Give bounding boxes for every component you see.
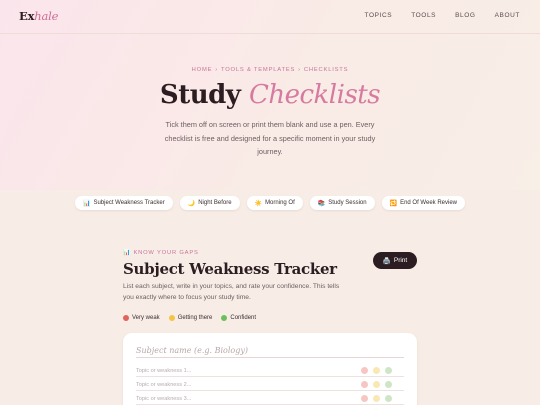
nav-link-about[interactable]: ABOUT xyxy=(495,12,520,19)
pill-label: Subject Weakness Tracker xyxy=(93,200,165,206)
logo-accent: hale xyxy=(34,9,59,23)
rating-getting-there[interactable] xyxy=(373,381,380,388)
pill-morning-of[interactable]: ☀️ Morning Of xyxy=(246,196,303,210)
logo-main: Ex xyxy=(19,9,35,23)
topic-row xyxy=(136,365,404,377)
pill-study-session[interactable]: 📚 Study Session xyxy=(309,196,375,210)
pill-end-of-week-review[interactable]: 🔁 End Of Week Review xyxy=(381,196,465,210)
nav-link-blog[interactable]: BLOG xyxy=(455,12,475,19)
rating-confident[interactable] xyxy=(385,367,392,374)
legend-item-very-weak: Very weak xyxy=(123,315,160,321)
breadcrumb-separator: › xyxy=(215,67,218,73)
moon-icon: 🌙 xyxy=(187,200,196,207)
rating-dots xyxy=(361,367,404,374)
rating-getting-there[interactable] xyxy=(373,367,380,374)
repeat-icon: 🔁 xyxy=(389,200,398,207)
red-dot-icon xyxy=(123,315,129,321)
sun-icon: ☀️ xyxy=(254,200,263,207)
page-title-accent: Checklists xyxy=(248,80,381,110)
topic-input-2[interactable] xyxy=(136,381,336,388)
legend-label: Getting there xyxy=(177,315,213,321)
print-button[interactable]: 🖨️ Print xyxy=(373,252,417,269)
pill-label: Study Session xyxy=(328,200,367,206)
pill-night-before[interactable]: 🌙 Night Before xyxy=(179,196,240,210)
pill-label: Morning Of xyxy=(265,200,295,206)
section-kicker: 📊 KNOW YOUR GAPS xyxy=(123,250,417,256)
legend-item-confident: Confident xyxy=(221,315,256,321)
top-nav: Exhale TOPICS TOOLS BLOG ABOUT xyxy=(0,0,540,34)
rating-getting-there[interactable] xyxy=(373,395,380,402)
subject-name-input[interactable] xyxy=(136,344,404,358)
green-dot-icon xyxy=(221,315,228,321)
yellow-dot-icon xyxy=(168,315,175,321)
rating-very-weak[interactable] xyxy=(361,395,368,402)
confidence-legend: Very weak Getting there Confident xyxy=(123,315,256,321)
pill-label: End Of Week Review xyxy=(400,200,457,206)
legend-label: Very weak xyxy=(132,315,160,321)
pill-subject-weakness-tracker[interactable]: 📊 Subject Weakness Tracker xyxy=(74,196,173,210)
page-title-main: Study xyxy=(159,80,241,110)
section-kicker-text: KNOW YOUR GAPS xyxy=(133,250,199,256)
page-title: Study Checklists xyxy=(0,80,540,110)
rating-confident[interactable] xyxy=(385,395,392,402)
rating-confident[interactable] xyxy=(385,381,392,388)
pill-label: Night Before xyxy=(198,200,232,206)
topic-input-3[interactable] xyxy=(136,395,336,402)
breadcrumb-home[interactable]: HOME xyxy=(192,67,213,73)
breadcrumb-separator: › xyxy=(298,67,301,73)
books-icon: 📚 xyxy=(317,200,326,207)
tracker-card xyxy=(123,333,417,405)
bar-chart-icon: 📊 xyxy=(123,250,132,256)
topic-row xyxy=(136,379,404,391)
topic-row xyxy=(136,393,404,405)
topic-input-1[interactable] xyxy=(136,367,336,374)
breadcrumb: HOME › TOOLS & TEMPLATES › CHECKLISTS xyxy=(0,67,540,73)
nav-link-topics[interactable]: TOPICS xyxy=(365,12,393,19)
rating-very-weak[interactable] xyxy=(361,367,368,374)
nav-links: TOPICS TOOLS BLOG ABOUT xyxy=(365,12,520,19)
legend-item-getting-there: Getting there xyxy=(168,315,213,321)
logo[interactable]: Exhale xyxy=(19,9,58,23)
checklist-pills: 📊 Subject Weakness Tracker 🌙 Night Befor… xyxy=(0,196,540,210)
breadcrumb-checklists: CHECKLISTS xyxy=(303,67,349,73)
printer-icon: 🖨️ xyxy=(382,257,391,265)
rating-dots xyxy=(361,381,404,388)
nav-link-tools[interactable]: TOOLS xyxy=(411,12,436,19)
page-subtitle: Tick them off on screen or print them bl… xyxy=(164,120,376,156)
breadcrumb-tools-templates[interactable]: TOOLS & TEMPLATES xyxy=(221,67,295,73)
print-button-label: Print xyxy=(393,257,408,264)
legend-label: Confident xyxy=(230,315,257,321)
rating-dots xyxy=(361,395,404,402)
section-description: List each subject, write in your topics,… xyxy=(123,283,340,301)
rating-very-weak[interactable] xyxy=(361,381,368,388)
bar-chart-icon: 📊 xyxy=(82,200,91,207)
